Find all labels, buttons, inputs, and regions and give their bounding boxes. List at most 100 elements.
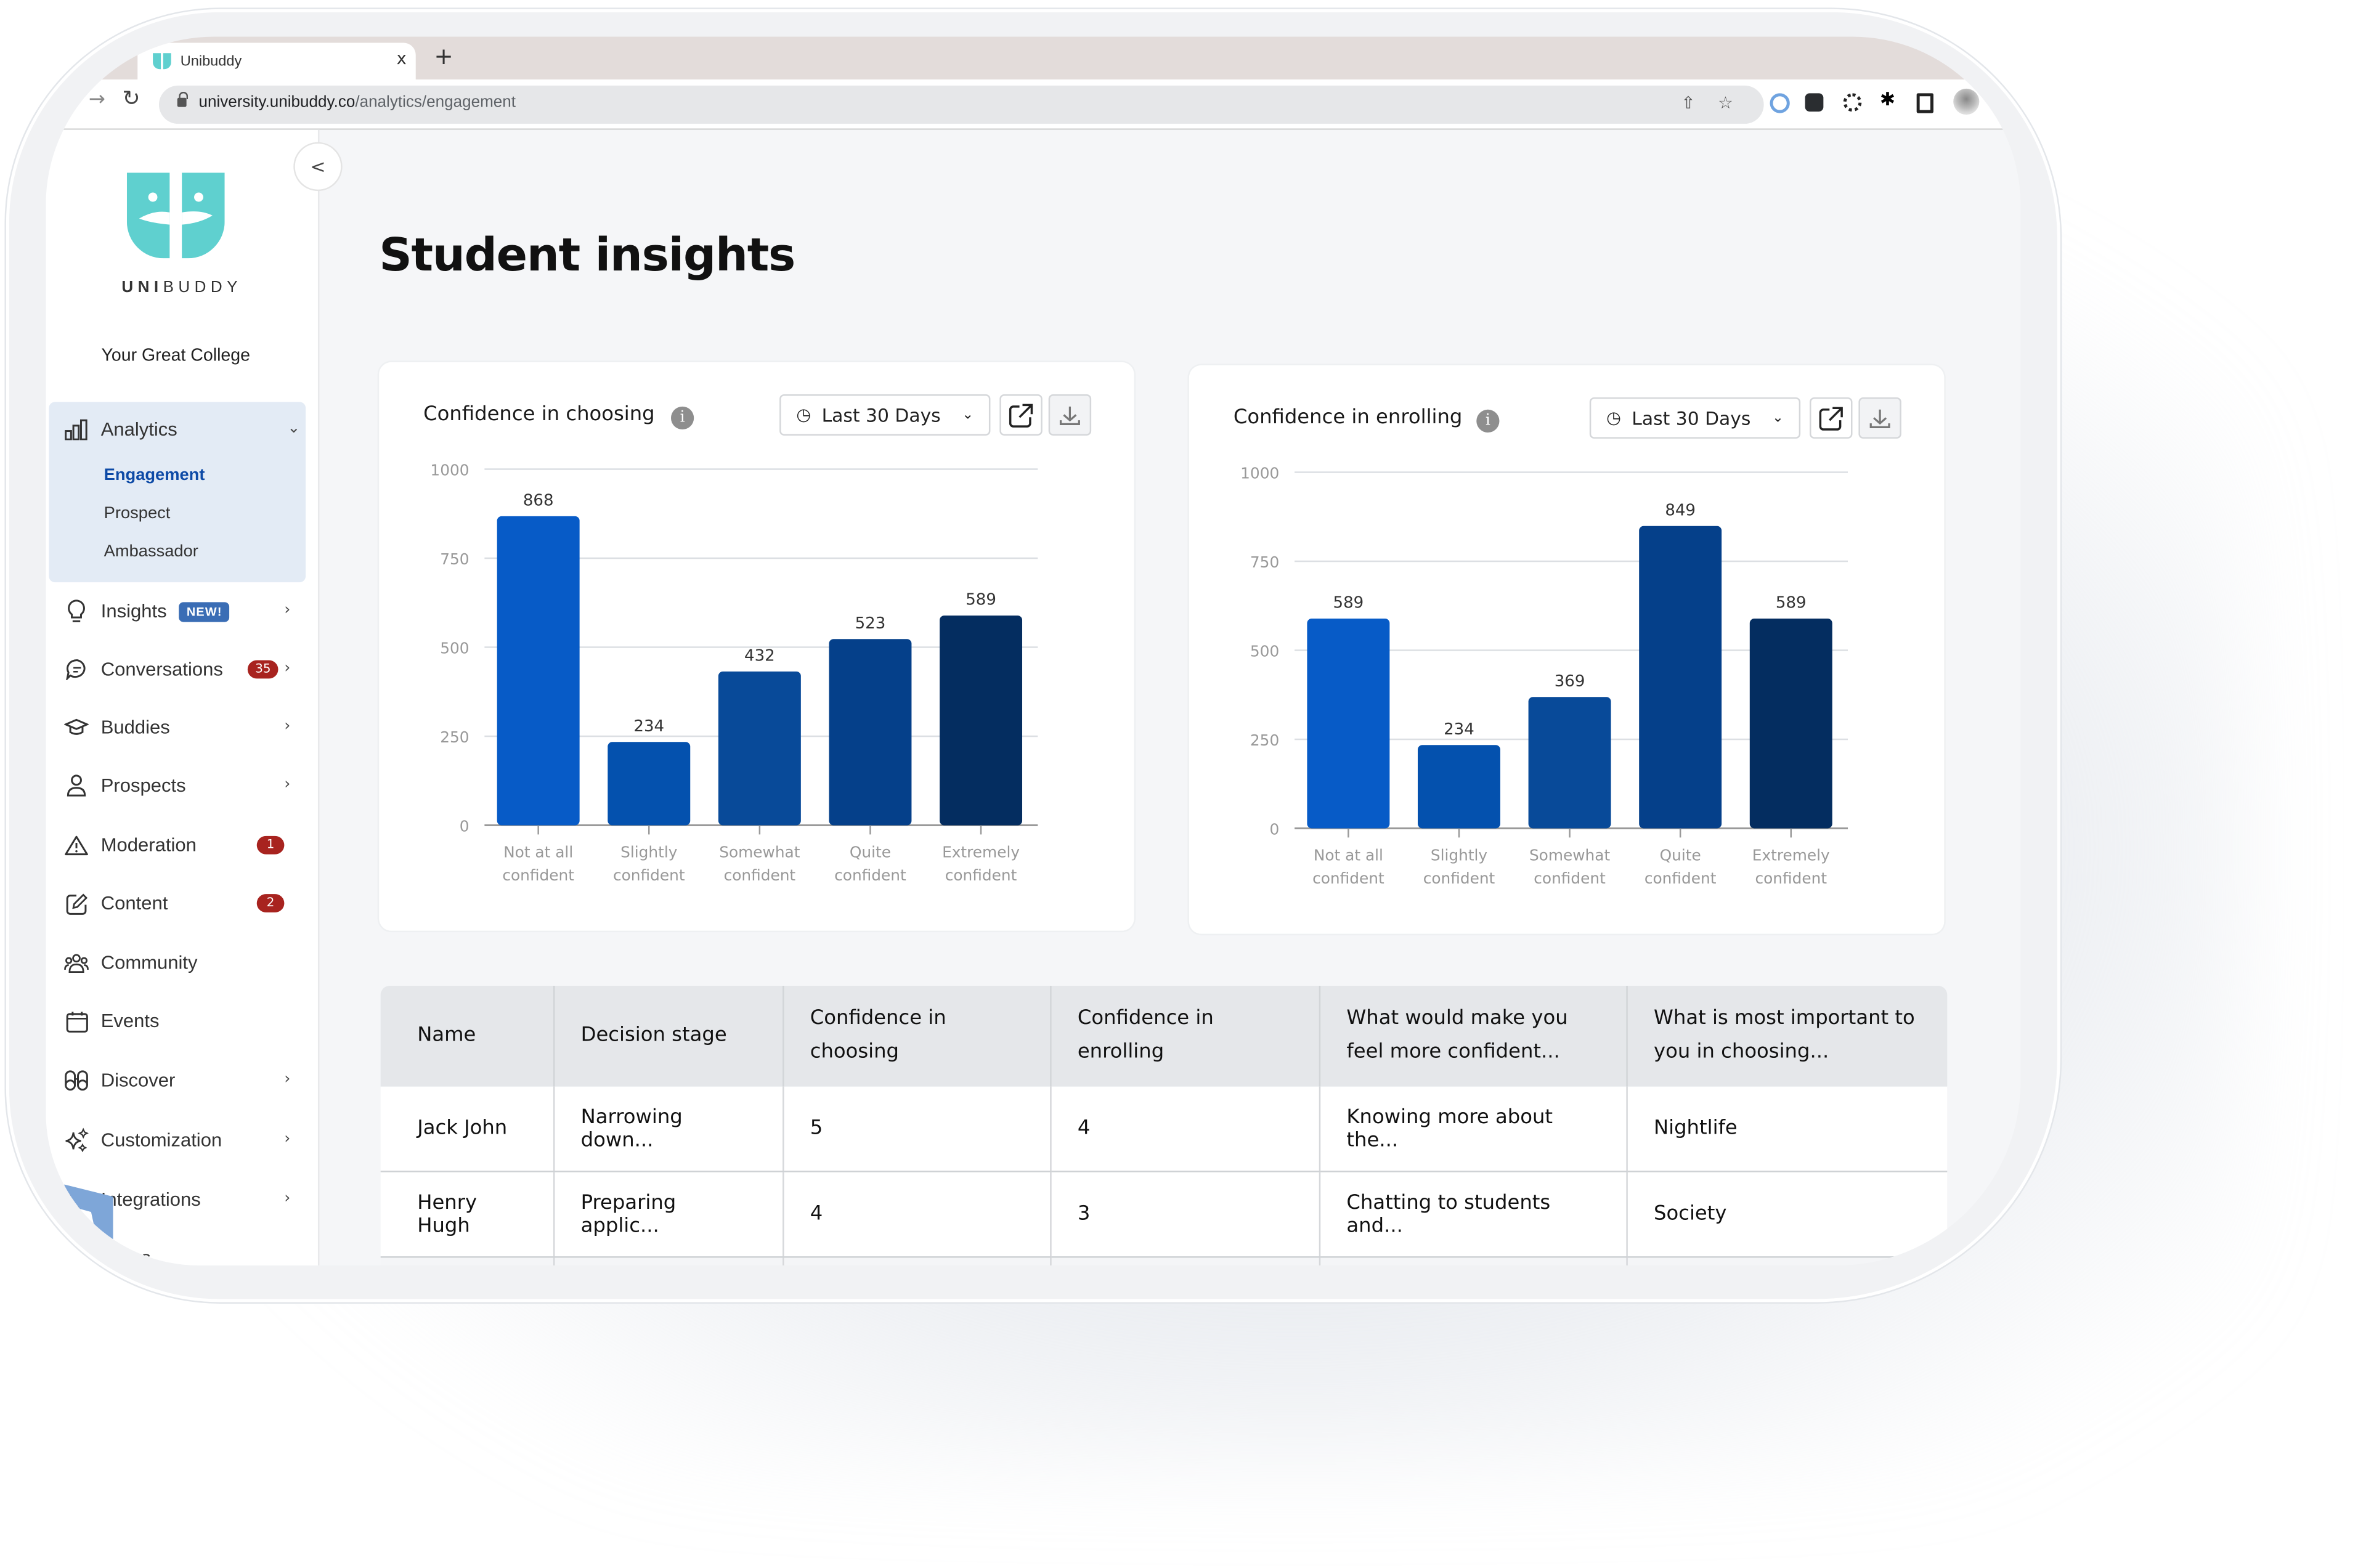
moderation-count-badge: 1 [256,835,285,855]
y-tick-label: 750 [1250,553,1279,571]
x-tick-label: Slightly [1431,847,1487,864]
y-tick-label: 250 [1250,731,1279,749]
chevron-left-icon: < [310,156,326,177]
table-header-row: Name Decision stage Confidence in choosi… [380,985,1948,1087]
y-tick-label: 750 [440,550,469,568]
sidebar-item-insights[interactable]: Insights NEW! [64,596,230,627]
column-header-confidence-choosing[interactable]: Confidence in choosing [783,985,1052,1087]
address-bar[interactable]: university.unibuddy.co/analytics/engagem… [158,85,1764,124]
x-tick-label: confident [1534,869,1606,887]
chevron-right-icon[interactable]: › [284,1071,290,1088]
sidebar: UNIBUDDY Your Great College Analytics ⌄ … [46,129,320,1265]
sidebar-item-events[interactable]: Events [64,1005,160,1036]
loading-extension-icon[interactable] [1843,93,1862,112]
sidebar-item-label: Discover [100,1070,176,1092]
chat-bubble-icon [64,657,89,682]
bar-quite-confident [829,639,912,826]
screenshot-stage: Unibuddy x + → ↻ university.unibuddy.co/… [0,0,2366,1568]
x-tick-label: confident [613,866,685,884]
x-tick-label: confident [945,866,1017,884]
x-tick-label: confident [1755,869,1827,887]
share-icon[interactable]: ⇧ [1681,93,1696,113]
tab-unibuddy[interactable]: Unibuddy x [137,43,416,79]
chevron-right-icon[interactable]: › [284,602,290,619]
side-panel-icon[interactable] [1916,93,1933,113]
bar-slightly-confident [1418,745,1500,829]
x-tick-label: Somewhat [1529,847,1611,864]
password-manager-extension-icon[interactable] [1770,93,1790,113]
cell-confidence-choosing: 5 [783,1086,1052,1172]
data-label: 523 [855,614,886,633]
chevron-right-icon[interactable]: › [284,776,290,793]
sidebar-item-analytics[interactable]: Analytics [64,414,177,445]
collapse-sidebar-button[interactable]: < [293,142,343,192]
bookmark-star-icon[interactable]: ☆ [1718,93,1733,113]
table-row[interactable]: Jack John Narrowing down... 5 4 Knowing … [380,1086,1948,1172]
table-row[interactable]: Henry Hugh Preparing applic... 4 3 Chatt… [380,1171,1948,1258]
sidebar-item-prospects[interactable]: Prospects [64,770,186,801]
bar-not-at-all-confident [1307,619,1390,829]
student-insights-table: Name Decision stage Confidence in choosi… [380,985,1948,1265]
y-tick-label: 1000 [430,461,469,479]
reload-icon[interactable]: ↻ [122,87,140,112]
cell-name: Jack John [380,1086,555,1172]
new-badge: NEW! [179,601,230,622]
data-label: 849 [1665,501,1696,519]
x-tick-label: confident [502,866,574,884]
analytics-group: Analytics ⌄ Engagement Prospect Ambassad… [49,402,306,583]
sidebar-item-content[interactable]: Content [64,888,168,919]
forward-arrow-icon[interactable]: → [89,89,105,112]
sidebar-item-community[interactable]: Community [64,948,198,978]
column-header-name[interactable]: Name [380,985,555,1087]
data-label: 234 [633,717,664,736]
sidebar-item-label: Customization [100,1129,222,1151]
chevron-right-icon[interactable]: › [284,718,290,735]
graduation-cap-icon [64,715,89,740]
column-header-confidence-enrolling[interactable]: Confidence in enrolling [1051,985,1321,1087]
column-header-feel-more-confident[interactable]: What would make you feel more confident.… [1319,985,1628,1087]
x-tick-label: Not at all [1314,847,1383,864]
x-tick-label: confident [1423,869,1495,887]
profile-avatar[interactable] [1953,88,1980,115]
url-text: university.unibuddy.co/analytics/engagem… [198,93,516,112]
chevron-right-icon[interactable]: › [284,1131,290,1148]
column-header-decision-stage[interactable]: Decision stage [554,985,784,1087]
y-tick-label: 500 [440,639,469,657]
chevron-right-icon[interactable]: › [284,660,290,677]
bar-chart-enrolling: 0 250 500 750 1000 589 Not at all confident 234 S… [1240,464,1848,887]
calendar-icon [64,1009,89,1033]
cell-confidence-enrolling: 4 [1051,1086,1321,1172]
person-icon [64,773,89,798]
sidebar-item-moderation[interactable]: Moderation [64,830,197,861]
data-label: 589 [1333,594,1364,612]
close-tab-icon[interactable]: x [397,49,407,68]
cell-decision-stage: Narrowing down... [554,1086,784,1172]
new-tab-icon[interactable]: + [434,43,453,70]
extensions-puzzle-icon[interactable]: ✱ [1880,89,1898,110]
x-tick-label: confident [1312,869,1384,887]
sidebar-item-conversations[interactable]: Conversations [64,654,223,685]
ai-extension-icon[interactable] [1805,93,1824,112]
sidebar-item-customization[interactable]: Customization [64,1125,222,1156]
people-group-icon [64,951,89,975]
bar-somewhat-confident [718,671,801,826]
sidebar-item-buddies[interactable]: Buddies [64,712,170,743]
sidebar-item-label: Users [100,1247,151,1265]
main-content: Student insights Confidence in choosing … [319,130,2020,1265]
page-title: Student insights [379,229,795,283]
bar-not-at-all-confident [497,516,580,826]
sidebar-item-label: Events [100,1010,160,1032]
column-header-most-important[interactable]: What is most important to you in choosin… [1627,985,1948,1087]
edit-square-icon [64,891,89,916]
sidebar-item-label: Analytics [100,418,177,441]
chevron-right-icon[interactable]: › [284,1190,290,1207]
sidebar-item-discover[interactable]: Discover [64,1065,175,1096]
data-label: 369 [1555,672,1585,691]
chevron-down-icon[interactable]: ⌄ [287,420,300,437]
sidebar-item-users[interactable]: Users [64,1243,151,1265]
sidebar-subitem-ambassador[interactable]: Ambassador [104,543,198,561]
sidebar-subitem-engagement[interactable]: Engagement [104,466,205,485]
data-label: 234 [1444,720,1474,739]
browser-window: Unibuddy x + → ↻ university.unibuddy.co/… [46,36,2021,1265]
sidebar-subitem-prospect[interactable]: Prospect [104,505,171,523]
